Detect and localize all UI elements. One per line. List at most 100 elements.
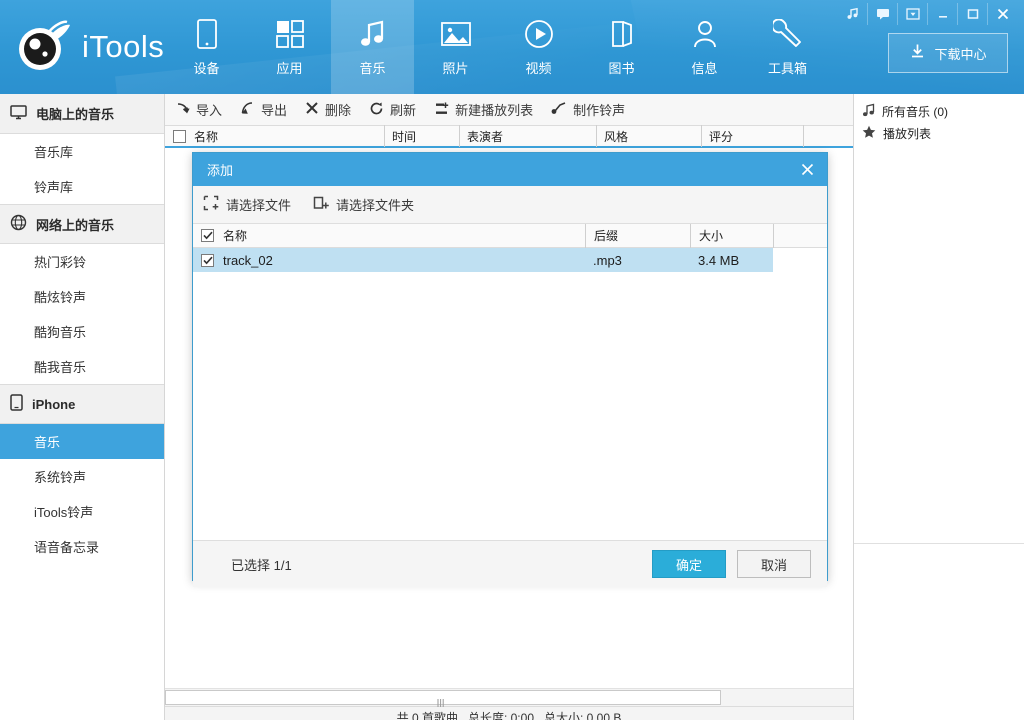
photo-icon	[440, 17, 472, 51]
maximize-icon[interactable]	[958, 2, 988, 25]
nav-item-book[interactable]: 图书	[580, 0, 663, 94]
sidebar-item-ringtone-library[interactable]: 铃声库	[0, 169, 164, 204]
import-arrow-icon	[175, 101, 190, 119]
sidebar-item-music-library[interactable]: 音乐库	[0, 134, 164, 169]
sidebar-item-voice-memo[interactable]: 语音备忘录	[0, 529, 164, 564]
column-header-time[interactable]: 时间	[384, 125, 459, 147]
nav-item-video[interactable]: 视频	[497, 0, 580, 94]
sidebar-item-iphone-music[interactable]: 音乐	[0, 424, 164, 459]
sidebar-item-kuwo-music[interactable]: 酷我音乐	[0, 349, 164, 384]
column-header-artist[interactable]: 表演者	[459, 125, 596, 147]
refresh-label: 刷新	[390, 103, 417, 118]
right-panel-label: 播放列表	[883, 126, 932, 141]
select-file-label: 请选择文件	[226, 198, 292, 213]
dialog-select-all-checkbox[interactable]	[201, 229, 214, 242]
column-header-name[interactable]: 名称	[165, 125, 384, 147]
select-file-icon	[203, 195, 219, 214]
make-ringtone-button[interactable]: 制作铃声	[551, 100, 625, 119]
selection-count: 已选择 1/1	[231, 557, 292, 573]
select-folder-button[interactable]: 请选择文件夹	[313, 195, 414, 214]
main-nav: 设备 应用 音乐 照片 视频 图书 信息 工具箱	[165, 0, 829, 94]
dialog-column-header-name[interactable]: 名称	[193, 224, 585, 248]
window-controls	[838, 0, 1018, 27]
music-note-icon	[862, 103, 875, 120]
new-playlist-icon	[434, 101, 449, 119]
sidebar-group-network-music[interactable]: 网络上的音乐	[0, 204, 164, 244]
sidebar-group-label: iPhone	[32, 396, 76, 412]
nav-item-toolbox[interactable]: 工具箱	[746, 0, 829, 94]
nav-item-apps[interactable]: 应用	[248, 0, 331, 94]
minimize-icon[interactable]	[928, 2, 958, 25]
sidebar-item-kugou-music[interactable]: 酷狗音乐	[0, 314, 164, 349]
dialog-file-list[interactable]: track_02 .mp3 3.4 MB	[193, 248, 827, 540]
message-icon[interactable]	[868, 2, 898, 25]
file-name: track_02	[223, 252, 273, 268]
sidebar-item-cool-ringtone[interactable]: 酷炫铃声	[0, 279, 164, 314]
book-icon	[609, 17, 635, 51]
export-button[interactable]: 导出	[240, 100, 287, 119]
import-label: 导入	[196, 103, 223, 118]
new-playlist-button[interactable]: 新建播放列表	[434, 100, 533, 119]
file-size-cell: 3.4 MB	[690, 248, 773, 272]
file-name-cell: track_02	[193, 248, 585, 272]
monitor-icon	[10, 104, 27, 123]
right-panel-item-playlist[interactable]: 播放列表	[854, 122, 1024, 144]
dialog-column-header-extra[interactable]	[773, 223, 827, 248]
column-header-genre[interactable]: 评分	[701, 125, 803, 147]
brand: iTools	[14, 18, 164, 76]
refresh-button[interactable]: 刷新	[369, 100, 416, 119]
import-button[interactable]: 导入	[175, 100, 222, 119]
file-size: 3.4 MB	[698, 252, 740, 268]
close-icon[interactable]	[988, 3, 1018, 25]
status-total-duration: 总长度: 0:00	[467, 710, 534, 720]
nav-item-music[interactable]: 音乐	[331, 0, 414, 94]
file-ext-cell: .mp3	[585, 248, 690, 272]
sidebar-item-hot-crbt[interactable]: 热门彩铃	[0, 244, 164, 279]
dialog-column-header-ext[interactable]: 后缀	[585, 223, 690, 248]
column-header-rating[interactable]	[803, 125, 853, 147]
right-panel-item-all-music[interactable]: 所有音乐 (0)	[854, 100, 1024, 122]
status-bar: 共 0 首歌曲 总长度: 0:00 总大小: 0.00 B	[165, 706, 853, 720]
nav-item-info[interactable]: 信息	[663, 0, 746, 94]
select-all-checkbox[interactable]	[173, 129, 186, 143]
wrench-icon	[772, 17, 803, 51]
select-file-button[interactable]: 请选择文件	[203, 195, 291, 214]
nav-label-photo: 照片	[442, 61, 469, 76]
cancel-button[interactable]: 取消	[737, 550, 811, 578]
horizontal-scrollbar[interactable]	[165, 688, 853, 707]
sidebar-item-system-ringtone[interactable]: 系统铃声	[0, 459, 164, 494]
music-toolbar: 导入 导出 删除 刷新 新建播放列表 制作铃声	[165, 94, 853, 126]
nav-item-device[interactable]: 设备	[165, 0, 248, 94]
right-panel: 所有音乐 (0) 播放列表	[853, 94, 1024, 720]
star-icon	[862, 125, 876, 142]
itools-window: iTools 设备 应用 音乐 照片 视频 图书 信息 工具箱 下载中心 电脑上…	[0, 0, 1024, 720]
sidebar-item-label: 音乐	[34, 435, 61, 450]
status-total-size: 总大小: 0.00 B	[544, 710, 622, 720]
file-checkbox[interactable]	[201, 253, 214, 267]
dialog-column-label-size: 大小	[699, 229, 724, 243]
dialog-titlebar: 添加	[193, 153, 827, 186]
delete-button[interactable]: 删除	[305, 100, 351, 119]
close-icon[interactable]	[797, 159, 817, 179]
file-row[interactable]: track_02 .mp3 3.4 MB	[193, 248, 773, 272]
confirm-button[interactable]: 确定	[652, 550, 726, 578]
select-folder-icon	[313, 195, 329, 214]
nav-item-photo[interactable]: 照片	[414, 0, 497, 94]
sidebar-group-label: 电脑上的音乐	[36, 107, 115, 122]
delete-x-icon	[305, 101, 319, 118]
sidebar-item-label: 语音备忘录	[34, 540, 100, 555]
dialog-column-header-size[interactable]: 大小	[690, 223, 773, 248]
sidebar-item-label: 音乐库	[34, 145, 74, 160]
sidebar-group-iphone[interactable]: iPhone	[0, 384, 164, 424]
scrollbar-grip-icon	[437, 694, 446, 707]
column-header-album[interactable]: 风格	[596, 125, 701, 147]
dropdown-box-icon[interactable]	[898, 2, 928, 25]
sidebar-item-itools-ringtone[interactable]: iTools铃声	[0, 494, 164, 529]
download-center-button[interactable]: 下载中心	[888, 33, 1008, 73]
globe-icon	[10, 214, 27, 234]
sidebar-group-pc-music[interactable]: 电脑上的音乐	[0, 94, 164, 134]
music-note-icon[interactable]	[838, 2, 868, 25]
sidebar-item-label: 酷我音乐	[34, 360, 87, 375]
nav-label-device: 设备	[193, 61, 220, 76]
download-icon	[909, 43, 926, 63]
